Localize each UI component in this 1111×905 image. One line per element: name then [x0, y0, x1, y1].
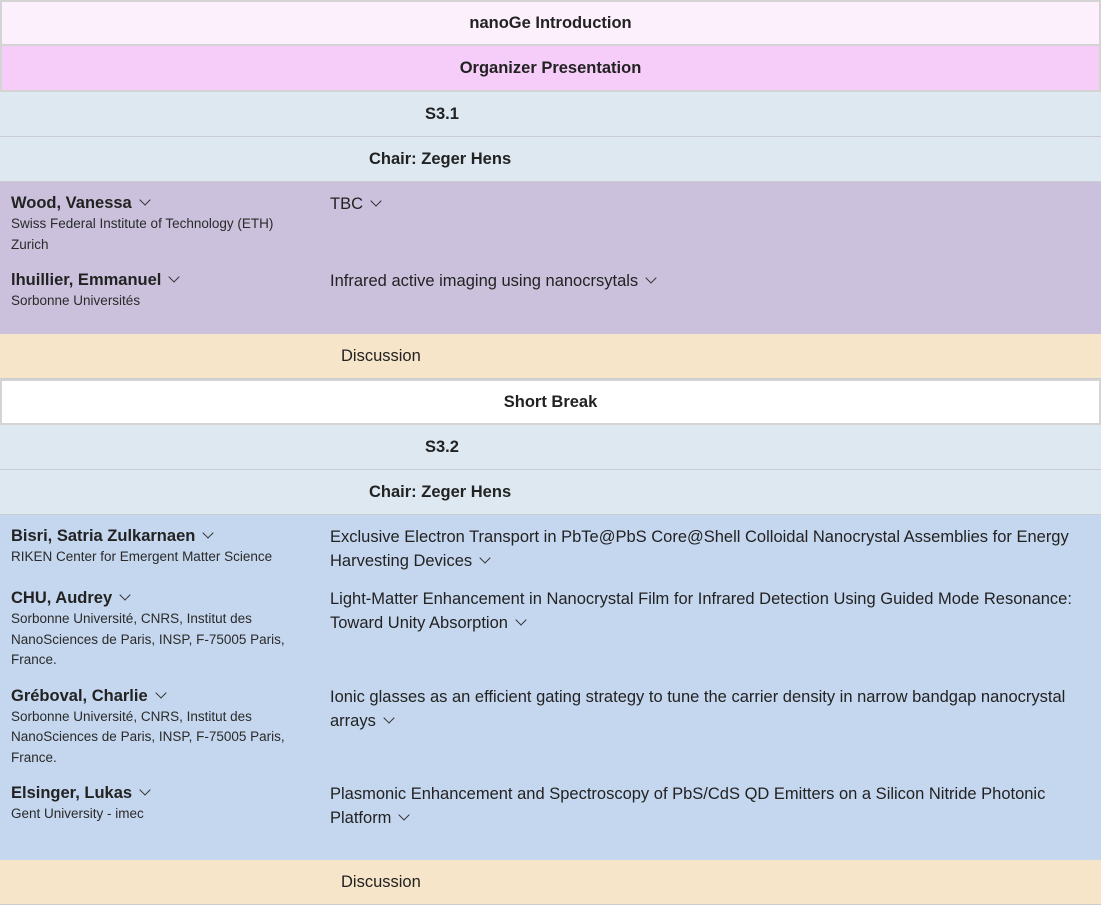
speaker-cell: Bisri, Satria Zulkarnaen RIKEN Center fo… — [0, 525, 330, 573]
discussion-label: Discussion — [341, 872, 421, 891]
discussion-label: Discussion — [341, 346, 421, 365]
speaker-cell: CHU, Audrey Sorbonne Université, CNRS, I… — [0, 587, 330, 671]
speaker-name-button[interactable]: Gréboval, Charlie — [11, 685, 330, 707]
chair-label: Chair: Zeger Hens — [369, 149, 512, 168]
speaker-cell: Gréboval, Charlie Sorbonne Université, C… — [0, 685, 330, 769]
talks-block-s31: Wood, Vanessa Swiss Federal Institute of… — [0, 182, 1101, 334]
speaker-affiliation: RIKEN Center for Emergent Matter Science — [11, 549, 273, 564]
talk-title-button[interactable]: Exclusive Electron Transport in PbTe@PbS… — [330, 525, 1101, 573]
chevron-down-icon[interactable] — [398, 809, 411, 821]
speaker-affiliation: Swiss Federal Institute of Technology (E… — [11, 216, 274, 252]
speaker-name: CHU, Audrey — [11, 589, 113, 607]
speaker-name: Elsinger, Lukas — [11, 784, 133, 802]
speaker-name-button[interactable]: CHU, Audrey — [11, 587, 330, 609]
session-header-s31: S3.1 — [0, 92, 1101, 137]
organizer-row: Organizer Presentation — [0, 46, 1101, 92]
chevron-down-icon[interactable] — [139, 194, 151, 206]
short-break-label: Short Break — [503, 392, 598, 411]
chevron-down-icon[interactable] — [370, 195, 382, 207]
chevron-down-icon[interactable] — [202, 527, 214, 539]
speaker-affiliation: Sorbonne Université, CNRS, Institut des … — [11, 611, 285, 667]
speaker-affiliation: Sorbonne Université, CNRS, Institut des … — [11, 708, 285, 765]
speaker-name-button[interactable]: Bisri, Satria Zulkarnaen — [11, 525, 330, 547]
talk-title: Ionic glasses as an efficient gating str… — [330, 687, 1066, 730]
intro-label: nanoGe Introduction — [469, 13, 632, 32]
discussion-row-s31: Discussion — [0, 334, 1101, 379]
chevron-down-icon[interactable] — [645, 272, 657, 284]
organizer-label: Organizer Presentation — [459, 58, 642, 77]
speaker-name-button[interactable]: Wood, Vanessa — [11, 192, 330, 214]
talk-title: Light-Matter Enhancement in Nanocrystal … — [330, 590, 1072, 632]
speaker-name-button[interactable]: lhuillier, Emmanuel — [11, 269, 330, 291]
speaker-name: lhuillier, Emmanuel — [11, 271, 162, 289]
talk-title-button[interactable]: Ionic glasses as an efficient gating str… — [330, 685, 1101, 769]
talk-row: Wood, Vanessa Swiss Federal Institute of… — [0, 192, 1101, 255]
talk-row: Bisri, Satria Zulkarnaen RIKEN Center fo… — [0, 525, 1101, 573]
speaker-cell: Elsinger, Lukas Gent University - imec — [0, 782, 330, 830]
chevron-down-icon[interactable] — [119, 589, 131, 601]
talk-title: TBC — [330, 195, 363, 213]
chevron-down-icon[interactable] — [154, 686, 167, 699]
short-break-row: Short Break — [0, 379, 1101, 425]
talk-title-button[interactable]: Infrared active imaging using nanocrsyta… — [330, 269, 1101, 312]
intro-row: nanoGe Introduction — [0, 0, 1101, 46]
talk-row: Gréboval, Charlie Sorbonne Université, C… — [0, 685, 1101, 769]
chevron-down-icon[interactable] — [139, 784, 151, 796]
session-chair-s32: Chair: Zeger Hens — [0, 470, 1101, 515]
talk-title-button[interactable]: Plasmonic Enhancement and Spectroscopy o… — [330, 782, 1101, 830]
program-schedule: nanoGe Introduction Organizer Presentati… — [0, 0, 1101, 905]
speaker-cell: Wood, Vanessa Swiss Federal Institute of… — [0, 192, 330, 255]
speaker-affiliation: Sorbonne Universités — [11, 293, 141, 308]
speaker-cell: lhuillier, Emmanuel Sorbonne Universités — [0, 269, 330, 312]
chevron-down-icon[interactable] — [168, 271, 181, 283]
talk-row: CHU, Audrey Sorbonne Université, CNRS, I… — [0, 587, 1101, 671]
speaker-name: Wood, Vanessa — [11, 194, 132, 212]
session-label: S3.2 — [425, 437, 459, 456]
talk-title: Exclusive Electron Transport in PbTe@PbS… — [330, 528, 1069, 570]
session-header-s32: S3.2 — [0, 425, 1101, 470]
speaker-name-button[interactable]: Elsinger, Lukas — [11, 782, 330, 804]
talk-row: Elsinger, Lukas Gent University - imec P… — [0, 782, 1101, 830]
talk-row: lhuillier, Emmanuel Sorbonne Universités… — [0, 269, 1101, 312]
chevron-down-icon[interactable] — [383, 711, 395, 724]
session-label: S3.1 — [425, 104, 459, 123]
speaker-name: Gréboval, Charlie — [11, 686, 148, 705]
session-chair-s31: Chair: Zeger Hens — [0, 137, 1101, 182]
chair-label: Chair: Zeger Hens — [369, 482, 512, 501]
talk-title-button[interactable]: TBC — [330, 192, 1101, 255]
talk-title-button[interactable]: Light-Matter Enhancement in Nanocrystal … — [330, 587, 1101, 671]
chevron-down-icon[interactable] — [515, 614, 527, 626]
discussion-row-s32: Discussion — [0, 860, 1101, 905]
chevron-down-icon[interactable] — [479, 552, 491, 564]
talks-block-s32: Bisri, Satria Zulkarnaen RIKEN Center fo… — [0, 515, 1101, 860]
speaker-affiliation: Gent University - imec — [11, 806, 144, 821]
talk-title: Infrared active imaging using nanocrsyta… — [330, 272, 639, 290]
talk-title: Plasmonic Enhancement and Spectroscopy o… — [330, 785, 1046, 827]
speaker-name: Bisri, Satria Zulkarnaen — [11, 527, 196, 545]
